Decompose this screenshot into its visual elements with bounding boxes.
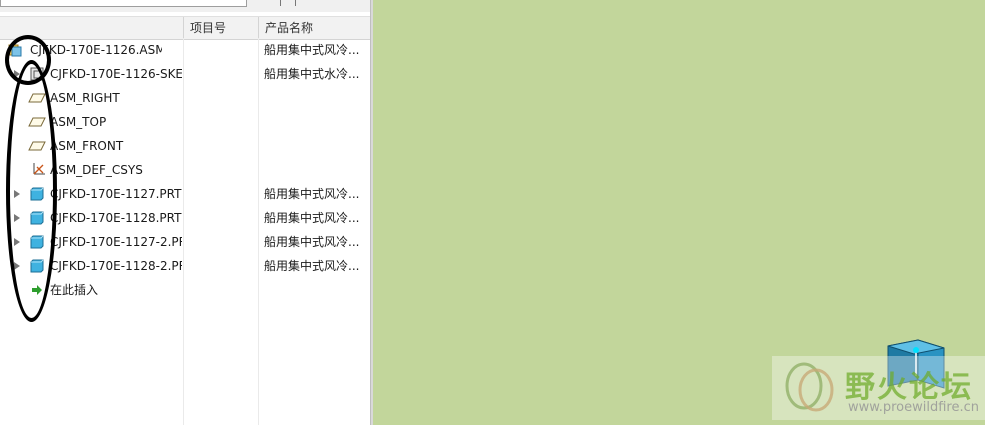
tree-filter-field[interactable] [0, 0, 247, 7]
tree-row-assembly[interactable]: CJFKD-170E-1126.ASM 船用集中式风冷... [0, 38, 370, 62]
tree-row-insert-here[interactable]: 在此插入 [0, 278, 370, 302]
tree-row-product-name: 船用集中式风冷... [264, 211, 360, 225]
forum-logo-icon [785, 362, 834, 412]
tree-column-header: 项目号 产品名称 [0, 16, 370, 40]
tree-toolbar [0, 0, 370, 12]
tree-row-part-1128-2[interactable]: CJFKD-170E-1128-2.PRT 船用集中式风冷... [0, 254, 370, 278]
tree-row-label: CJFKD-170E-1126-SKEL [50, 67, 182, 81]
tree-row-skeleton[interactable]: CJFKD-170E-1126-SKEL 船用集中式水冷... [0, 62, 370, 86]
tree-row-product-name: 船用集中式风冷... [264, 43, 360, 57]
column-header-product-name[interactable]: 产品名称 [258, 17, 370, 39]
tree-row-label: CJFKD-170E-1128-2.PRT [50, 259, 182, 273]
tree-row-label: ASM_TOP [50, 115, 107, 129]
tree-row-product-name: 船用集中式水冷... [264, 67, 360, 81]
tree-row-label: ASM_RIGHT [50, 91, 120, 105]
watermark-url: www.proewildfire.cn [848, 400, 979, 415]
tree-row-product-name: 船用集中式风冷... [264, 235, 360, 249]
tree-settings-button[interactable] [280, 0, 296, 6]
tree-row-label: ASM_DEF_CSYS [50, 163, 143, 177]
tree-row-label: 在此插入 [50, 283, 99, 297]
tree-row-label: CJFKD-170E-1127-2.PRT [50, 235, 182, 249]
column-header-item-number[interactable]: 项目号 [183, 17, 258, 39]
tree-row-product-name: 船用集中式风冷... [264, 187, 360, 201]
tree-row-label: ASM_FRONT [50, 139, 124, 153]
tree-row-label: CJFKD-170E-1128.PRT [50, 211, 182, 225]
tree-row-product-name: 船用集中式风冷... [264, 259, 360, 273]
annotation-ellipse [6, 60, 57, 322]
tree-row-datum-right[interactable]: ASM_RIGHT [0, 86, 370, 110]
model-tree-panel: 项目号 产品名称 CJFKD-170E-1126.ASM 船用集中式风冷... … [0, 0, 370, 425]
tree-row-datum-top[interactable]: ASM_TOP [0, 110, 370, 134]
tree-row-label: CJFKD-170E-1127.PRT [50, 187, 182, 201]
